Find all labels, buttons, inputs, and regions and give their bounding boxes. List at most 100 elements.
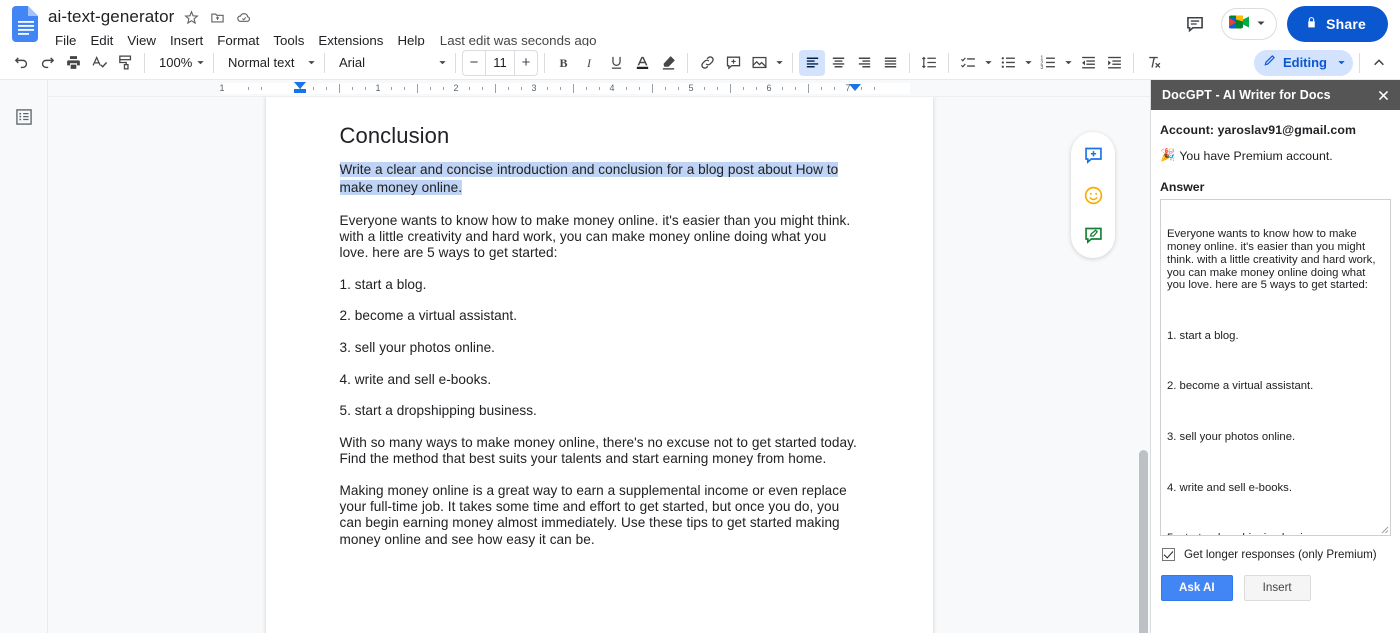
side-panel-actions: Ask AI Insert xyxy=(1160,575,1391,601)
text-color-icon[interactable] xyxy=(629,50,655,76)
move-to-folder-icon[interactable] xyxy=(209,9,226,26)
misspelled-word[interactable]: dropshipping xyxy=(1214,532,1279,535)
ruler-number: 3 xyxy=(531,83,537,93)
top-bar: ai-text-generator File Edit View Insert … xyxy=(0,0,1400,48)
link-icon[interactable] xyxy=(694,50,720,76)
toolbar-divider xyxy=(1133,52,1134,73)
comment-history-icon[interactable] xyxy=(1179,8,1211,40)
cloud-check-icon[interactable] xyxy=(235,9,252,26)
side-panel-header: DocGPT - AI Writer for Docs xyxy=(1151,80,1400,110)
toolbar-divider xyxy=(213,52,214,73)
add-comment-fab[interactable] xyxy=(1078,140,1108,170)
numbered-list-chevron-down-icon[interactable] xyxy=(1061,50,1075,76)
align-left-icon[interactable] xyxy=(799,49,825,76)
bulleted-list-chevron-down-icon[interactable] xyxy=(1021,50,1035,76)
editing-mode-selector[interactable]: Editing xyxy=(1253,49,1353,76)
zoom-selector[interactable]: 100% xyxy=(151,50,207,76)
left-margin-bar[interactable] xyxy=(294,89,306,93)
bulleted-list-icon[interactable] xyxy=(995,50,1021,76)
clear-formatting-icon[interactable] xyxy=(1140,50,1166,76)
top-bar-actions: Share xyxy=(1179,6,1388,42)
formatting-toolbar: 100% Normal text Arial − 11 + B I 1 2 3 … xyxy=(0,46,1400,80)
answer-textarea[interactable]: Everyone wants to know how to make money… xyxy=(1160,199,1391,536)
document-paragraph: Everyone wants to know how to make money… xyxy=(339,212,851,260)
answer-paragraph: 3. sell your photos online. xyxy=(1167,431,1296,444)
google-docs-logo[interactable] xyxy=(12,6,40,42)
workspace: 1 1 2 3 4 5 6 7 Conclusion Write a clear… xyxy=(0,80,1400,633)
page-scroll-container[interactable]: Conclusion Write a clear and concise int… xyxy=(48,97,1150,633)
document-vertical-scrollbar[interactable] xyxy=(1139,450,1148,633)
premium-status-text: You have Premium account. xyxy=(1179,148,1333,163)
answer-paragraph: 4. write and sell e-books. xyxy=(1167,481,1292,494)
align-right-icon[interactable] xyxy=(851,50,877,76)
underline-icon[interactable] xyxy=(603,50,629,76)
font-size-increase-button[interactable]: + xyxy=(515,51,537,75)
left-rail xyxy=(0,80,48,633)
document-page[interactable]: Conclusion Write a clear and concise int… xyxy=(265,97,933,633)
paragraph-style-selector[interactable]: Normal text xyxy=(220,50,318,76)
font-size-input[interactable]: 11 xyxy=(485,50,515,75)
highlight-color-icon[interactable] xyxy=(655,50,681,76)
spellcheck-icon[interactable] xyxy=(86,50,112,76)
document-area: 1 1 2 3 4 5 6 7 Conclusion Write a clear… xyxy=(48,80,1150,633)
toolbar-right-group: Editing xyxy=(1248,49,1392,76)
right-indent-marker[interactable] xyxy=(849,84,861,91)
print-icon[interactable] xyxy=(60,50,86,76)
selected-text-block[interactable]: Write a clear and concise introduction a… xyxy=(339,161,859,197)
checklist-chevron-down-icon[interactable] xyxy=(981,50,995,76)
document-paragraph: 4. write and sell e-books. xyxy=(339,371,492,387)
chevron-down-icon xyxy=(1256,15,1266,33)
align-justify-icon[interactable] xyxy=(877,50,903,76)
longer-responses-label: Get longer responses (only Premium) xyxy=(1184,548,1377,561)
share-button[interactable]: Share xyxy=(1287,6,1388,42)
add-reaction-fab[interactable] xyxy=(1078,180,1108,210)
checklist-icon[interactable] xyxy=(955,50,981,76)
close-icon[interactable] xyxy=(1373,85,1393,105)
lock-icon xyxy=(1305,15,1318,33)
document-paragraph: 5. start a dropshipping business. xyxy=(339,403,537,419)
chevron-down-icon xyxy=(438,55,447,70)
collapse-toolbar-chevron-up-icon[interactable] xyxy=(1366,50,1392,76)
increase-indent-icon[interactable] xyxy=(1101,50,1127,76)
svg-text:I: I xyxy=(585,56,591,70)
document-paragraph: 2. become a virtual assistant. xyxy=(339,308,518,324)
document-title[interactable]: ai-text-generator xyxy=(48,6,174,28)
side-panel-body: Account: yaroslav91@gmail.com 🎉 You have… xyxy=(1151,110,1400,633)
font-family-selector[interactable]: Arial xyxy=(331,50,449,76)
chevron-down-icon xyxy=(196,55,205,70)
add-comment-icon[interactable] xyxy=(720,50,746,76)
redo-icon[interactable] xyxy=(34,50,60,76)
line-spacing-icon[interactable] xyxy=(916,50,942,76)
share-button-label: Share xyxy=(1326,16,1366,32)
longer-responses-checkbox[interactable] xyxy=(1162,548,1175,561)
insert-button[interactable]: Insert xyxy=(1243,575,1311,601)
decrease-indent-icon[interactable] xyxy=(1075,50,1101,76)
google-meet-icon xyxy=(1227,12,1253,37)
pencil-icon xyxy=(1263,53,1277,72)
undo-icon[interactable] xyxy=(8,50,34,76)
textarea-resize-handle[interactable] xyxy=(1379,524,1389,534)
suggest-edit-fab[interactable] xyxy=(1078,220,1108,250)
insert-image-icon[interactable] xyxy=(746,50,772,76)
toolbar-divider xyxy=(1359,52,1360,73)
font-size-decrease-button[interactable]: − xyxy=(463,51,485,75)
paint-format-icon[interactable] xyxy=(112,50,138,76)
left-indent-marker[interactable] xyxy=(294,82,306,89)
toolbar-divider xyxy=(687,52,688,73)
ruler-number: 5 xyxy=(688,83,694,93)
bold-icon[interactable]: B xyxy=(551,50,577,76)
numbered-list-icon[interactable]: 1 2 3 xyxy=(1035,50,1061,76)
toolbar-divider xyxy=(455,52,456,73)
align-center-icon[interactable] xyxy=(825,50,851,76)
italic-icon[interactable]: I xyxy=(577,50,603,76)
insert-image-chevron-down-icon[interactable] xyxy=(772,50,786,76)
document-outline-icon[interactable] xyxy=(9,102,39,132)
google-meet-button[interactable] xyxy=(1221,8,1278,40)
star-icon[interactable] xyxy=(183,9,200,26)
longer-responses-row: Get longer responses (only Premium) xyxy=(1160,548,1391,561)
ruler[interactable]: 1 1 2 3 4 5 6 7 xyxy=(48,80,1150,97)
docgpt-side-panel: DocGPT - AI Writer for Docs Account: yar… xyxy=(1150,80,1400,633)
ask-ai-button[interactable]: Ask AI xyxy=(1161,575,1233,601)
document-paragraph: 1. start a blog. xyxy=(339,276,427,292)
document-heading: Conclusion xyxy=(339,123,450,148)
